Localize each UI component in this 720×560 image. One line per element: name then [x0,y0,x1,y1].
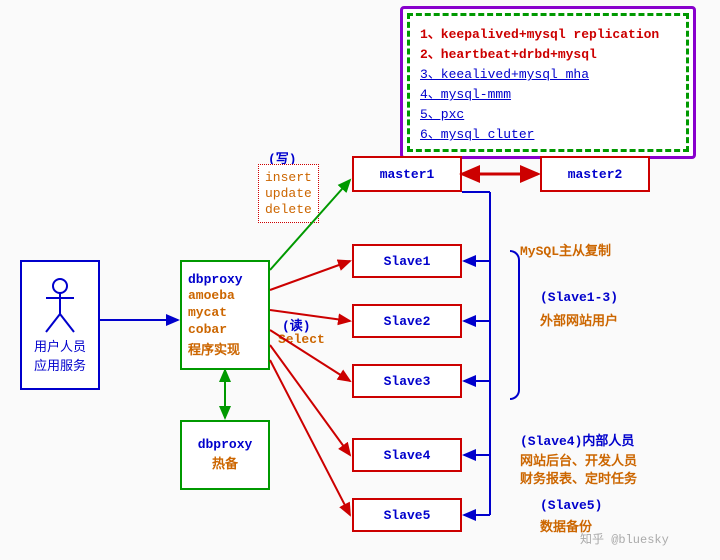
write-op: insert [265,170,312,185]
dbproxy-item: 程序实现 [188,339,240,358]
legend-item: 5、pxc [420,103,676,122]
dbproxy-title: dbproxy [188,272,243,287]
slave5-node: Slave5 [352,498,462,532]
solutions-legend: 1、keepalived+mysql replication 2、heartbe… [400,6,696,159]
brace-icon [510,250,520,400]
slave4-node: Slave4 [352,438,462,472]
write-op: delete [265,202,312,217]
slave4-text1: 网站后台、开发人员 [520,450,637,469]
slave4-header: (Slave4)内部人员 [520,430,634,449]
user-label: 应用服务 [34,355,86,374]
read-op: Select [278,332,325,347]
legend-item: 1、keepalived+mysql replication [420,23,676,42]
legend-item: 3、keealived+mysql mha [420,63,676,82]
slave1-node: Slave1 [352,244,462,278]
repl-label: MySQL主从复制 [520,240,611,259]
slave13-text: 外部网站用户 [540,310,618,329]
write-ops: insert update delete [258,164,319,223]
watermark: 知乎 @bluesky [580,530,669,547]
legend-item: 6、mysql cluter [420,123,676,142]
user-label: 用户人员 [34,336,86,355]
slave5-header: (Slave5) [540,498,602,513]
dbproxy-item: cobar [188,322,227,337]
person-icon [42,276,78,336]
slave4-text2: 财务报表、定时任务 [520,468,637,487]
master1-node: master1 [352,156,462,192]
write-op: update [265,186,312,201]
legend-item: 4、mysql-mmm [420,83,676,102]
slave2-node: Slave2 [352,304,462,338]
dbproxy-hot-standby: dbproxy 热备 [180,420,270,490]
slave13-header: (Slave1-3) [540,290,618,305]
dbproxy-item: mycat [188,305,227,320]
master2-node: master2 [540,156,650,192]
dbproxy-hot-label: 热备 [212,453,238,472]
legend-item: 2、heartbeat+drbd+mysql [420,43,676,62]
user-actor: 用户人员 应用服务 [20,260,100,390]
slave3-node: Slave3 [352,364,462,398]
dbproxy-item: amoeba [188,288,235,303]
dbproxy-title: dbproxy [198,437,253,452]
dbproxy-box: dbproxy amoeba mycat cobar 程序实现 [180,260,270,370]
